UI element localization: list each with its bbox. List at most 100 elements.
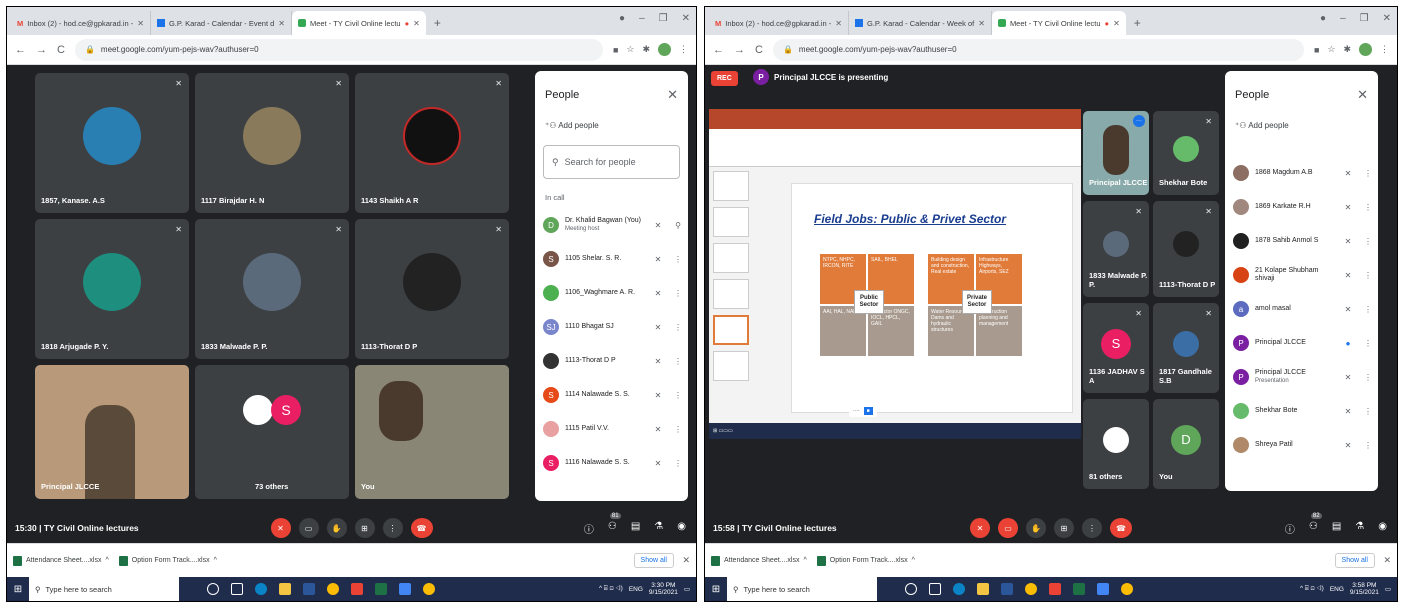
edge-icon[interactable] [953, 583, 965, 595]
list-item[interactable]: S 1116 Nalawade S. S. ✕ ⋮ [535, 449, 688, 477]
list-item[interactable]: 21 Kolape Shubham shivaji ✕ ⋮ [1225, 261, 1378, 289]
back-icon[interactable]: ← [15, 44, 26, 56]
list-item[interactable]: S 1114 Nalawade S. S. ✕ ⋮ [535, 381, 688, 409]
star-icon[interactable]: ☆ [626, 44, 634, 55]
chat-icon[interactable]: ▤ [1332, 521, 1341, 536]
participant-tile[interactable]: ✕ 1833 Malwade P. P. [1083, 201, 1149, 297]
participant-video-tile[interactable]: ··· Principal JLCCE [1083, 111, 1149, 195]
app-icon[interactable] [399, 583, 411, 595]
extension-icon[interactable]: ✱ [642, 44, 650, 55]
slide-thumbnail[interactable] [713, 279, 749, 309]
download-item[interactable]: Attendance Sheet....xlsx ^ [711, 555, 807, 566]
new-tab-button[interactable]: + [426, 11, 449, 35]
cortana-icon[interactable] [207, 583, 219, 595]
slide-thumbnail-selected[interactable] [713, 315, 749, 345]
reload-icon[interactable]: C [57, 44, 65, 56]
others-tile[interactable]: S 73 others [195, 365, 349, 499]
more-options-icon[interactable]: ⋮ [1358, 441, 1378, 450]
self-video-tile[interactable]: You [355, 365, 509, 499]
list-item[interactable]: a amol masal ✕ ⋮ [1225, 295, 1378, 323]
participant-tile[interactable]: ✕ Shekhar Bote [1153, 111, 1219, 195]
more-options-icon[interactable]: ⋮ [1358, 271, 1378, 280]
slide-thumbnail[interactable] [713, 351, 749, 381]
raise-hand-button[interactable]: ✋ [1026, 518, 1046, 538]
taskbar-search-input[interactable]: ⚲ Type here to search [727, 577, 877, 601]
tab-meet[interactable]: Meet - TY Civil Online lectu ● ✕ [991, 11, 1126, 35]
close-icon[interactable]: ✕ [978, 19, 985, 28]
more-options-icon[interactable]: ⋮ [668, 357, 688, 366]
more-options-icon[interactable]: ⋮ [1358, 305, 1378, 314]
search-input[interactable]: ⚲ Search for people [543, 145, 680, 179]
slide-thumbnail[interactable] [713, 171, 749, 201]
list-item[interactable]: 1878 Sahib Anmol S ✕ ⋮ [1225, 227, 1378, 255]
task-view-icon[interactable] [231, 583, 243, 595]
tray-clock[interactable]: 3:58 PM 9/15/2021 [1350, 582, 1379, 596]
file-explorer-icon[interactable] [279, 583, 291, 595]
list-item[interactable]: Shreya Patil ✕ ⋮ [1225, 431, 1378, 459]
more-options-icon[interactable]: ⋮ [1358, 373, 1378, 382]
slide-thumbnail[interactable] [713, 207, 749, 237]
forward-icon[interactable]: → [36, 44, 47, 56]
participant-tile[interactable]: ✕ 1833 Malwade P. P. [195, 219, 349, 359]
restore-icon[interactable]: ❐ [1360, 13, 1369, 24]
close-window-icon[interactable]: ✕ [682, 13, 690, 24]
profile-icon[interactable]: ● [1320, 13, 1326, 24]
show-all-button[interactable]: Show all [1334, 553, 1375, 568]
chevron-up-icon[interactable]: ^ [106, 557, 109, 564]
tray-icons[interactable]: ^ ⌸ ⊡ ◁) [1300, 585, 1324, 593]
tab-meet[interactable]: Meet - TY Civil Online lectu ● ✕ [292, 11, 426, 35]
add-people-button[interactable]: ⁺⚇ Add people [1235, 121, 1289, 130]
menu-dots-icon[interactable]: ⋮ [1380, 44, 1389, 55]
participant-tile[interactable]: ✕ 1113-Thorat D P [1153, 201, 1219, 297]
show-all-button[interactable]: Show all [633, 553, 674, 568]
list-item[interactable]: Shekhar Bote ✕ ⋮ [1225, 397, 1378, 425]
participant-tile[interactable]: ✕ 1113-Thorat D P [355, 219, 509, 359]
chat-icon[interactable]: ▤ [631, 521, 640, 536]
more-options-icon[interactable]: ⋮ [1358, 407, 1378, 416]
info-icon[interactable]: ⓘ [1285, 521, 1295, 536]
list-item[interactable]: 1106_Waghmare A. R. ✕ ⋮ [535, 279, 688, 307]
more-options-icon[interactable]: ⋮ [668, 289, 688, 298]
participant-tile[interactable]: ✕ 1143 Shaikh A R [355, 73, 509, 213]
language-indicator[interactable]: ENG [629, 586, 643, 593]
host-controls-icon[interactable]: ◉ [1378, 521, 1387, 536]
download-item[interactable]: Attendance Sheet....xlsx ^ [13, 555, 109, 566]
excel-icon[interactable] [1073, 583, 1085, 595]
list-item[interactable]: 1869 Karkate R.H ✕ ⋮ [1225, 193, 1378, 221]
chrome-icon[interactable] [1025, 583, 1037, 595]
profile-icon[interactable]: ● [619, 13, 625, 24]
more-options-icon[interactable]: ⋮ [668, 323, 688, 332]
present-button[interactable]: ⊞ [1054, 518, 1074, 538]
more-options-icon[interactable]: ⋮ [668, 459, 688, 468]
people-button[interactable]: ⚇ 82 [1309, 512, 1322, 536]
download-item[interactable]: Option Form Track....xlsx ^ [118, 555, 217, 566]
mic-toggle-button[interactable]: ✕ [270, 518, 291, 538]
chrome-icon[interactable] [1121, 583, 1133, 595]
edge-icon[interactable] [255, 583, 267, 595]
list-item[interactable]: 1115 Patil V.V. ✕ ⋮ [535, 415, 688, 443]
leave-call-button[interactable]: ☎ [410, 518, 433, 538]
list-item[interactable]: D Dr. Khalid Bagwan (You) Meeting host ✕ … [535, 211, 688, 239]
camera-toggle-button[interactable]: ▭ [998, 518, 1018, 538]
pdf-icon[interactable] [351, 583, 363, 595]
people-button[interactable]: ⚇ 81 [608, 512, 621, 536]
cortana-icon[interactable] [905, 583, 917, 595]
others-tile[interactable]: 81 others [1083, 399, 1149, 489]
notifications-icon[interactable]: ▭ [1385, 585, 1391, 593]
word-icon[interactable] [303, 583, 315, 595]
list-item[interactable]: 1868 Magdum A.B ✕ ⋮ [1225, 159, 1378, 187]
close-icon[interactable]: ✕ [682, 555, 690, 566]
info-icon[interactable]: ⓘ [584, 521, 594, 536]
camera-icon[interactable]: ■ [1314, 45, 1319, 55]
tab-calendar[interactable]: G.P. Karad - Calendar - Event d ✕ [150, 11, 292, 35]
app-icon[interactable] [1097, 583, 1109, 595]
file-explorer-icon[interactable] [977, 583, 989, 595]
slide-thumbnail[interactable] [713, 243, 749, 273]
extension-icon[interactable]: ✱ [1343, 44, 1351, 55]
close-icon[interactable]: ✕ [1357, 87, 1368, 103]
url-field[interactable]: 🔒 meet.google.com/yum-pejs-wav?authuser=… [74, 38, 603, 61]
list-item[interactable]: S 1105 Shelar. S. R. ✕ ⋮ [535, 245, 688, 273]
forward-icon[interactable]: → [734, 44, 745, 56]
close-icon[interactable]: ✕ [667, 87, 678, 103]
more-options-icon[interactable]: ⋮ [668, 391, 688, 400]
